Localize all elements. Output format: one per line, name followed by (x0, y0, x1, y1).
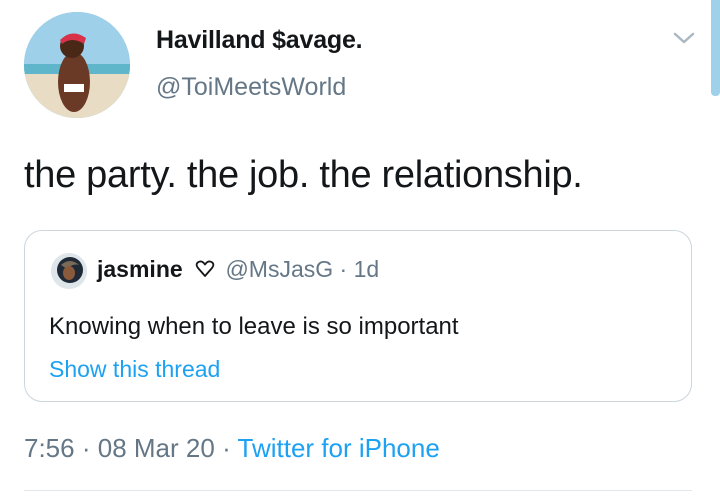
tweet-time[interactable]: 7:56 (24, 433, 75, 463)
tweet-source-link[interactable]: Twitter for iPhone (238, 433, 440, 463)
quoted-tweet-header: jasmine @MsJasG · 1d (97, 256, 379, 283)
show-thread-link[interactable]: Show this thread (49, 356, 220, 383)
quoted-tweet-card[interactable]: jasmine @MsJasG · 1d Knowing when to lea… (24, 230, 692, 402)
separator-dot: · (222, 433, 231, 463)
tweet-meta: 7:56 · 08 Mar 20 · Twitter for iPhone (24, 433, 440, 464)
quoted-tweet-text: Knowing when to leave is so important (49, 313, 459, 340)
quoted-avatar-image (51, 253, 87, 289)
tweet-date[interactable]: 08 Mar 20 (98, 433, 215, 463)
separator-dot: · (339, 256, 348, 282)
quoted-tweet-time[interactable]: 1d (354, 256, 380, 282)
heart-outline-icon (195, 260, 215, 277)
divider (24, 490, 692, 491)
avatar-image (24, 12, 130, 118)
quoted-author-avatar[interactable] (51, 253, 87, 289)
scrollbar[interactable] (711, 0, 720, 96)
separator-dot: · (81, 433, 91, 463)
tweet-text: the party. the job. the relationship. (24, 154, 583, 196)
author-display-name[interactable]: Havilland $avage. (156, 26, 363, 55)
author-avatar[interactable] (24, 12, 130, 118)
author-handle[interactable]: @ToiMeetsWorld (156, 73, 346, 102)
quoted-author-handle[interactable]: @MsJasG (225, 256, 333, 282)
chevron-down-icon[interactable] (670, 28, 698, 48)
quoted-author-name[interactable]: jasmine (97, 256, 183, 282)
